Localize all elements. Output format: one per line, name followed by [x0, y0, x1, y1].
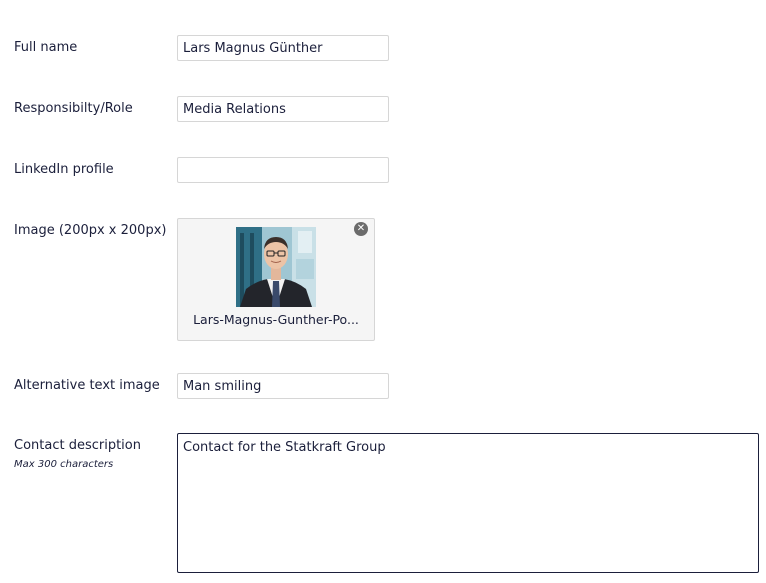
image-filename: Lars-Magnus-Gunther-Po... — [193, 312, 359, 327]
character-limit-hint: Max 300 characters — [14, 459, 114, 470]
full-name-input[interactable] — [177, 35, 389, 61]
portrait-image — [236, 227, 316, 307]
full-name-label: Full name — [14, 40, 78, 55]
image-upload-box[interactable]: ✕ Lars-Magnus-Gunther-Po... — [177, 218, 375, 341]
alt-text-label: Alternative text image — [14, 378, 160, 393]
linkedin-input[interactable] — [177, 157, 389, 183]
role-label: Responsibilty/Role — [14, 101, 133, 116]
remove-image-icon[interactable]: ✕ — [354, 222, 368, 236]
image-label: Image (200px x 200px) — [14, 223, 167, 238]
role-input[interactable] — [177, 96, 389, 122]
portrait-thumbnail[interactable] — [236, 227, 316, 307]
linkedin-label: LinkedIn profile — [14, 162, 114, 177]
alt-text-input[interactable] — [177, 373, 389, 399]
contact-description-textarea[interactable]: Contact for the Statkraft Group — [177, 433, 759, 573]
contact-description-label: Contact description — [14, 438, 141, 453]
